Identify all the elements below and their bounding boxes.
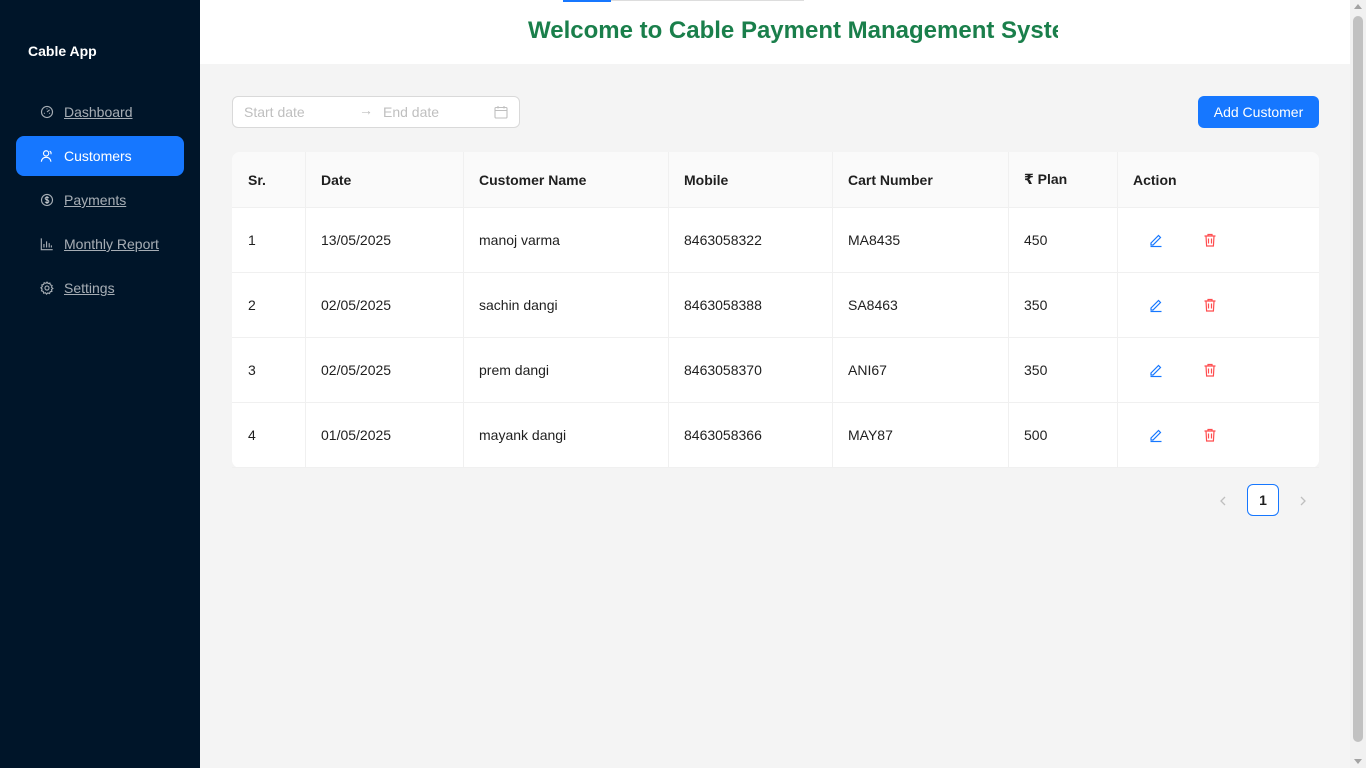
delete-icon[interactable] [1202, 362, 1218, 378]
cell-cart-number: SA8463 [832, 273, 1008, 337]
sidebar-item-settings[interactable]: Settings [16, 268, 184, 308]
sidebar-item-label: Settings [64, 280, 115, 296]
cell-date: 02/05/2025 [305, 338, 463, 402]
delete-icon[interactable] [1202, 297, 1218, 313]
table-row: 2 02/05/2025 sachin dangi 8463058388 SA8… [232, 273, 1319, 338]
delete-icon[interactable] [1202, 427, 1218, 443]
cell-action [1117, 273, 1319, 337]
cell-sr: 2 [248, 297, 256, 313]
delete-icon[interactable] [1202, 232, 1218, 248]
cell-cart-number: MA8435 [832, 208, 1008, 272]
column-header-sr[interactable]: Sr. [232, 152, 305, 207]
cell-sr: 1 [248, 232, 256, 248]
cell-customer-name: mayank dangi [463, 403, 668, 467]
edit-icon[interactable] [1148, 232, 1164, 248]
cell-date: 13/05/2025 [305, 208, 463, 272]
page-header: Welcome to Cable Payment Management Syst… [200, 0, 1350, 64]
cell-customer-name: sachin dangi [463, 273, 668, 337]
customers-icon [40, 149, 54, 163]
bar-chart-icon [40, 237, 54, 251]
cell-cart-number: MAY87 [832, 403, 1008, 467]
start-date-input[interactable]: Start date [244, 104, 305, 120]
sidebar-item-label: Dashboard [64, 104, 133, 120]
dollar-icon [40, 193, 54, 207]
cell-plan: 350 [1008, 273, 1117, 337]
brand-logo-text: Cable App [28, 43, 97, 59]
sidebar-item-label: Payments [64, 192, 127, 208]
pagination-page-current[interactable]: 1 [1247, 484, 1279, 516]
sidebar-item-dashboard[interactable]: Dashboard [16, 92, 184, 132]
page-title: Welcome to Cable Payment Management Syst… [528, 17, 1058, 44]
dashboard-icon [40, 105, 54, 119]
calendar-icon[interactable] [494, 105, 508, 119]
cell-plan: 500 [1008, 403, 1117, 467]
scroll-thumb[interactable] [1353, 16, 1363, 742]
table-row: 4 01/05/2025 mayank dangi 8463058366 MAY… [232, 403, 1319, 468]
sidebar: Cable App Dashboard Customers Payments M… [0, 0, 200, 768]
sidebar-item-label: Monthly Report [64, 236, 159, 252]
cell-mobile: 8463058322 [668, 208, 832, 272]
column-header-date[interactable]: Date [305, 152, 463, 207]
edit-icon[interactable] [1148, 362, 1164, 378]
cell-plan: 350 [1008, 338, 1117, 402]
end-date-input[interactable]: End date [383, 104, 439, 120]
cell-plan: 450 [1008, 208, 1117, 272]
table-row: 1 13/05/2025 manoj varma 8463058322 MA84… [232, 208, 1319, 273]
chevron-right-icon[interactable] [1296, 494, 1310, 508]
column-header-mobile[interactable]: Mobile [668, 152, 832, 207]
customers-table: Sr. Date Customer Name Mobile Cart Numbe… [232, 152, 1319, 468]
add-customer-button[interactable]: Add Customer [1198, 96, 1319, 128]
column-header-plan[interactable]: ₹ Plan [1008, 152, 1117, 207]
scroll-down-arrow-icon[interactable] [1354, 759, 1362, 764]
cell-customer-name: prem dangi [463, 338, 668, 402]
cell-sr: 4 [248, 427, 256, 443]
sidebar-item-payments[interactable]: Payments [16, 180, 184, 220]
table-header: Sr. Date Customer Name Mobile Cart Numbe… [232, 152, 1319, 208]
sidebar-item-label: Customers [64, 148, 132, 164]
cell-mobile: 8463058366 [668, 403, 832, 467]
vertical-scrollbar[interactable] [1350, 0, 1366, 768]
arrow-right-icon: → [359, 102, 373, 118]
cell-action [1117, 208, 1319, 272]
cell-customer-name: manoj varma [463, 208, 668, 272]
cell-action [1117, 338, 1319, 402]
sidebar-item-customers[interactable]: Customers [16, 136, 184, 176]
column-header-action: Action [1117, 152, 1319, 207]
edit-icon[interactable] [1148, 297, 1164, 313]
sidebar-nav: Dashboard Customers Payments Monthly Rep… [16, 92, 184, 312]
cell-date: 02/05/2025 [305, 273, 463, 337]
column-header-customer-name[interactable]: Customer Name [463, 152, 668, 207]
scroll-up-arrow-icon[interactable] [1354, 4, 1362, 9]
header-tab-indicator [563, 0, 611, 2]
date-range-picker[interactable]: Start date → End date [232, 96, 520, 128]
column-header-cart-number[interactable]: Cart Number [832, 152, 1008, 207]
cell-date: 01/05/2025 [305, 403, 463, 467]
header-tab-track [611, 0, 804, 1]
cell-mobile: 8463058388 [668, 273, 832, 337]
edit-icon[interactable] [1148, 427, 1164, 443]
cell-sr: 3 [248, 362, 256, 378]
chevron-left-icon[interactable] [1216, 494, 1230, 508]
cell-action [1117, 403, 1319, 467]
cell-cart-number: ANI67 [832, 338, 1008, 402]
cell-mobile: 8463058370 [668, 338, 832, 402]
gear-icon [40, 281, 54, 295]
sidebar-item-monthly-report[interactable]: Monthly Report [16, 224, 184, 264]
table-row: 3 02/05/2025 prem dangi 8463058370 ANI67… [232, 338, 1319, 403]
